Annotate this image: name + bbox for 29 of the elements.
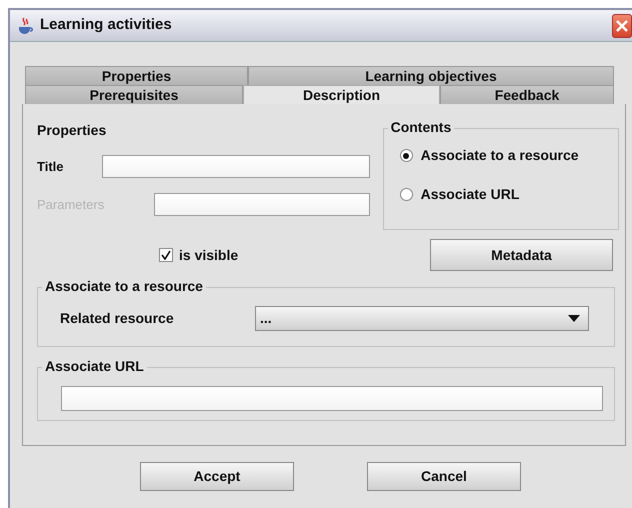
checkbox[interactable] bbox=[159, 248, 173, 262]
radio-label: Associate to a resource bbox=[420, 146, 579, 165]
radio-button[interactable] bbox=[400, 188, 413, 201]
tab[interactable]: Properties bbox=[25, 66, 248, 85]
cup-icon bbox=[16, 16, 36, 34]
dialog-button[interactable]: Accept bbox=[140, 462, 294, 491]
metadata-button[interactable]: Metadata bbox=[430, 239, 613, 271]
text-field[interactable] bbox=[102, 155, 370, 178]
close-icon bbox=[615, 18, 629, 32]
tab[interactable]: Learning objectives bbox=[248, 66, 614, 85]
url-field[interactable] bbox=[61, 386, 603, 411]
dialog-button[interactable]: Cancel bbox=[367, 462, 521, 491]
group-title: Contents bbox=[388, 120, 454, 134]
tab[interactable]: Feedback bbox=[440, 85, 614, 104]
field-label: Related resource bbox=[60, 309, 175, 328]
section-heading: Properties bbox=[37, 121, 106, 140]
group-title: Associate to a resource bbox=[42, 279, 206, 293]
radio-button[interactable] bbox=[400, 149, 413, 162]
tab[interactable]: Description bbox=[243, 85, 440, 104]
checkbox-label: is visible bbox=[179, 246, 238, 264]
tab[interactable]: Prerequisites bbox=[25, 85, 243, 104]
radio-label: Associate URL bbox=[420, 185, 520, 204]
resource-dropdown[interactable]: ... bbox=[255, 306, 589, 331]
group-title: Associate URL bbox=[42, 359, 147, 373]
field-label: Title bbox=[37, 158, 64, 176]
close-button[interactable] bbox=[612, 14, 632, 38]
dropdown-value: ... bbox=[260, 309, 272, 328]
caret-icon bbox=[568, 315, 580, 322]
window-title: Learning activities bbox=[40, 15, 172, 36]
